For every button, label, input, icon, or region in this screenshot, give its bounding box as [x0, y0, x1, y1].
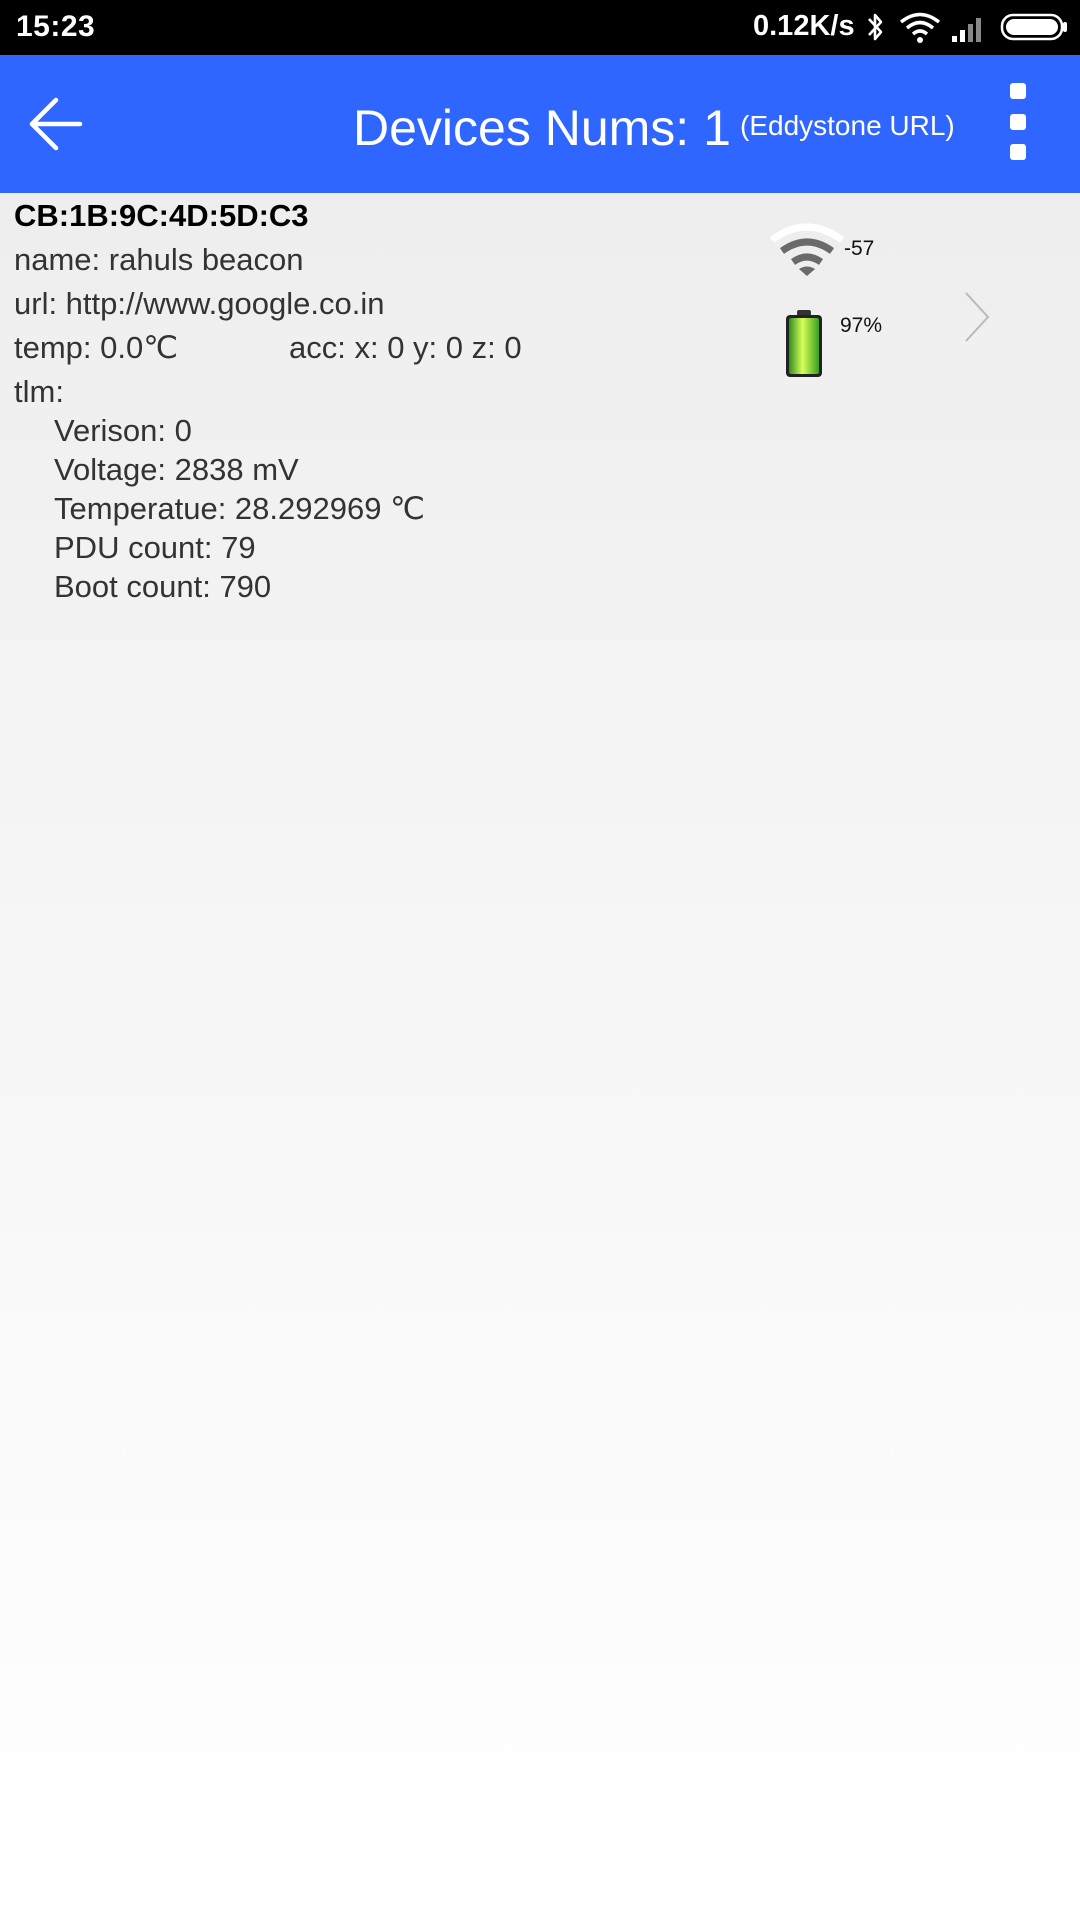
rssi-value: -57	[844, 237, 875, 260]
tlm-voltage: Voltage: 2838 mV	[54, 452, 299, 487]
cell-signal-icon	[952, 18, 981, 42]
tlm-boot-count: Boot count: 790	[54, 569, 272, 604]
battery-value: 97%	[840, 314, 883, 337]
signal-strength-icon	[769, 223, 845, 276]
bluetooth-icon	[868, 13, 883, 41]
device-list-item[interactable]: CB:1B:9C:4D:5D:C3 name: rahuls beacon ur…	[0, 193, 1080, 613]
tlm-temperature: Temperatue: 28.292969 ℃	[54, 491, 425, 526]
status-bar: 15:23 0.12K/s	[0, 0, 1080, 55]
more-options-button[interactable]	[1002, 83, 1034, 167]
app-bar: Devices Nums: 1 (Eddystone URL)	[0, 55, 1080, 193]
wifi-icon	[899, 12, 941, 43]
tlm-pdu-count: PDU count: 79	[54, 530, 256, 565]
device-temp: temp: 0.0℃	[14, 330, 179, 365]
tlm-version: Verison: 0	[54, 413, 192, 448]
device-acc: acc: x: 0 y: 0 z: 0	[289, 330, 522, 365]
battery-level-icon	[786, 310, 822, 377]
device-url: url: http://www.google.co.in	[14, 286, 385, 321]
battery-icon	[1000, 13, 1067, 41]
back-arrow-icon	[29, 97, 83, 151]
network-speed: 0.12K/s	[753, 10, 855, 42]
more-options-dot	[1010, 144, 1026, 160]
more-options-dot	[1010, 83, 1026, 99]
chevron-right-icon[interactable]	[958, 289, 994, 345]
page-subtitle: (Eddystone URL)	[740, 110, 955, 141]
device-name: name: rahuls beacon	[14, 242, 304, 277]
more-options-dot	[1010, 114, 1026, 130]
page-title: Devices Nums: 1	[353, 100, 731, 156]
status-time: 15:23	[16, 10, 96, 43]
tlm-label: tlm:	[14, 374, 64, 409]
device-mac: CB:1B:9C:4D:5D:C3	[14, 198, 309, 233]
back-button[interactable]	[20, 89, 90, 159]
